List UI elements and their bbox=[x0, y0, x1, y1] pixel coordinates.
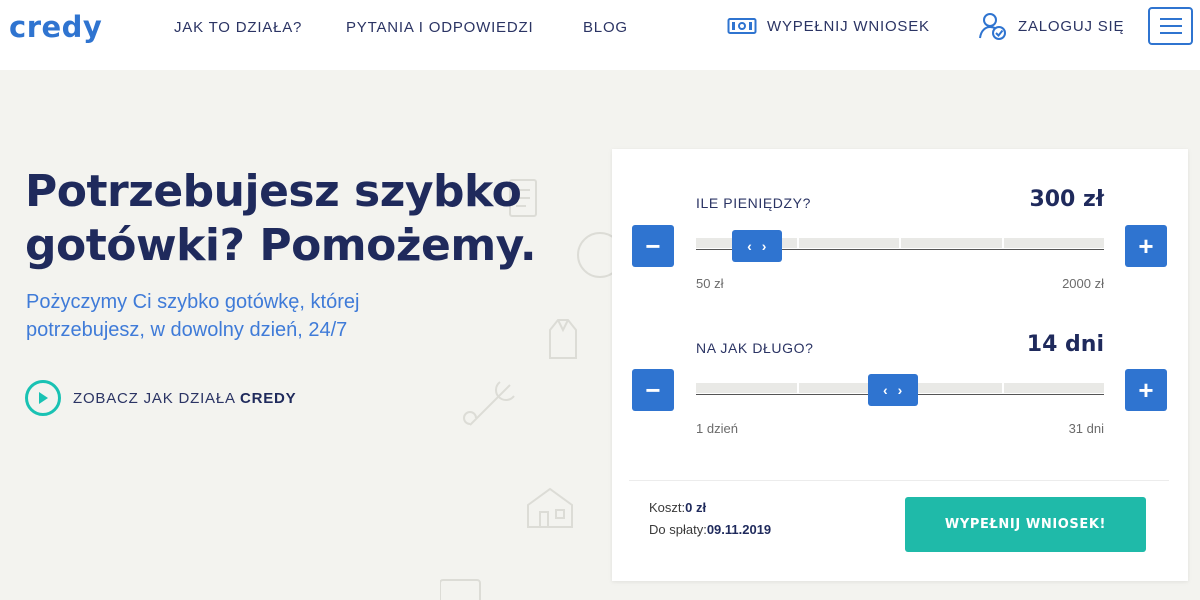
amount-slider-label: ILE PIENIĘDZY? bbox=[696, 195, 811, 211]
watch-video-text: ZOBACZ JAK DZIAŁA bbox=[73, 389, 235, 407]
amount-min-label: 50 zł bbox=[696, 276, 724, 291]
amount-decrease-button[interactable]: − bbox=[632, 225, 674, 267]
amount-value: 300 zł bbox=[1029, 187, 1104, 212]
hero-subtitle-line-2: potrzebujesz, w dowolny dzień, 24/7 bbox=[26, 319, 348, 341]
hamburger-menu-icon-bar bbox=[1159, 25, 1182, 27]
nav-how-it-works[interactable]: JAK TO DZIAŁA? bbox=[174, 19, 302, 36]
due-date-summary: Do spłaty:09.11.2019 bbox=[649, 522, 771, 537]
watch-video-brand: CREDY bbox=[239, 389, 297, 407]
duration-increase-button[interactable]: + bbox=[1125, 369, 1167, 411]
nav-blog[interactable]: BLOG bbox=[583, 19, 628, 36]
play-icon bbox=[39, 392, 48, 404]
hamburger-menu-icon-bar bbox=[1159, 32, 1182, 34]
chevron-right-icon: › bbox=[761, 238, 767, 254]
card-divider bbox=[629, 480, 1169, 481]
header-login-label: ZALOGUJ SIĘ bbox=[1018, 17, 1125, 35]
banknote-icon bbox=[727, 18, 757, 34]
user-check-icon bbox=[979, 13, 1006, 40]
cost-summary: Koszt:0 zł bbox=[649, 500, 706, 515]
header-apply-label: WYPEŁNIJ WNIOSEK bbox=[767, 17, 930, 35]
hero-title: Potrzebujesz szybko gotówki? Pomożemy. bbox=[25, 165, 585, 273]
duration-max-label: 31 dni bbox=[1068, 421, 1104, 436]
chevron-left-icon: ‹ bbox=[747, 238, 752, 254]
hero-subtitle-line-1: Pożyczymy Ci szybko gotówkę, której bbox=[26, 291, 360, 313]
duration-min-label: 1 dzień bbox=[696, 421, 738, 436]
chevron-left-icon: ‹ bbox=[882, 382, 888, 398]
credy-logo[interactable]: credy bbox=[9, 10, 102, 44]
due-date-value: 09.11.2019 bbox=[706, 522, 772, 537]
duration-slider-label: NA JAK DŁUGO? bbox=[696, 340, 814, 356]
apply-now-button[interactable]: WYPEŁNIJ WNIOSEK! bbox=[905, 497, 1146, 552]
watch-video-label: ZOBACZ JAK DZIAŁA CREDY bbox=[73, 390, 296, 407]
duration-decrease-button[interactable]: − bbox=[632, 369, 674, 411]
duration-slider-handle[interactable]: ‹ › bbox=[867, 374, 918, 406]
loan-calculator-card: ILE PIENIĘDZY? 300 zł − + ‹ › 50 zł 2000 … bbox=[612, 149, 1188, 581]
duration-value: 14 dni bbox=[1026, 332, 1104, 357]
amount-slider-handle[interactable]: ‹ › bbox=[731, 230, 782, 262]
hamburger-menu-icon-bar bbox=[1159, 18, 1182, 20]
play-circle-icon bbox=[25, 380, 61, 416]
site-header: credy JAK TO DZIAŁA? PYTANIA I ODPOWIEDZ… bbox=[0, 0, 1200, 70]
nav-faq[interactable]: PYTANIA I ODPOWIEDZI bbox=[346, 19, 533, 36]
hero-title-line-1: Potrzebujesz szybko bbox=[25, 166, 522, 217]
cost-label: Koszt: bbox=[649, 500, 686, 515]
chevron-right-icon: › bbox=[897, 382, 903, 398]
header-login-link[interactable]: ZALOGUJ SIĘ bbox=[978, 10, 1124, 42]
hero-subtitle: Pożyczymy Ci szybko gotówkę, której potr… bbox=[26, 288, 446, 344]
amount-max-label: 2000 zł bbox=[1062, 276, 1104, 291]
due-date-label: Do spłaty: bbox=[649, 522, 707, 537]
amount-increase-button[interactable]: + bbox=[1125, 225, 1167, 267]
watch-video-link[interactable]: ZOBACZ JAK DZIAŁA CREDY bbox=[25, 380, 296, 416]
hero-title-line-2: gotówki? Pomożemy. bbox=[25, 220, 537, 271]
cost-value: 0 zł bbox=[685, 500, 707, 515]
header-apply-link[interactable]: WYPEŁNIJ WNIOSEK bbox=[727, 10, 930, 42]
hamburger-menu-button[interactable] bbox=[1148, 7, 1193, 45]
